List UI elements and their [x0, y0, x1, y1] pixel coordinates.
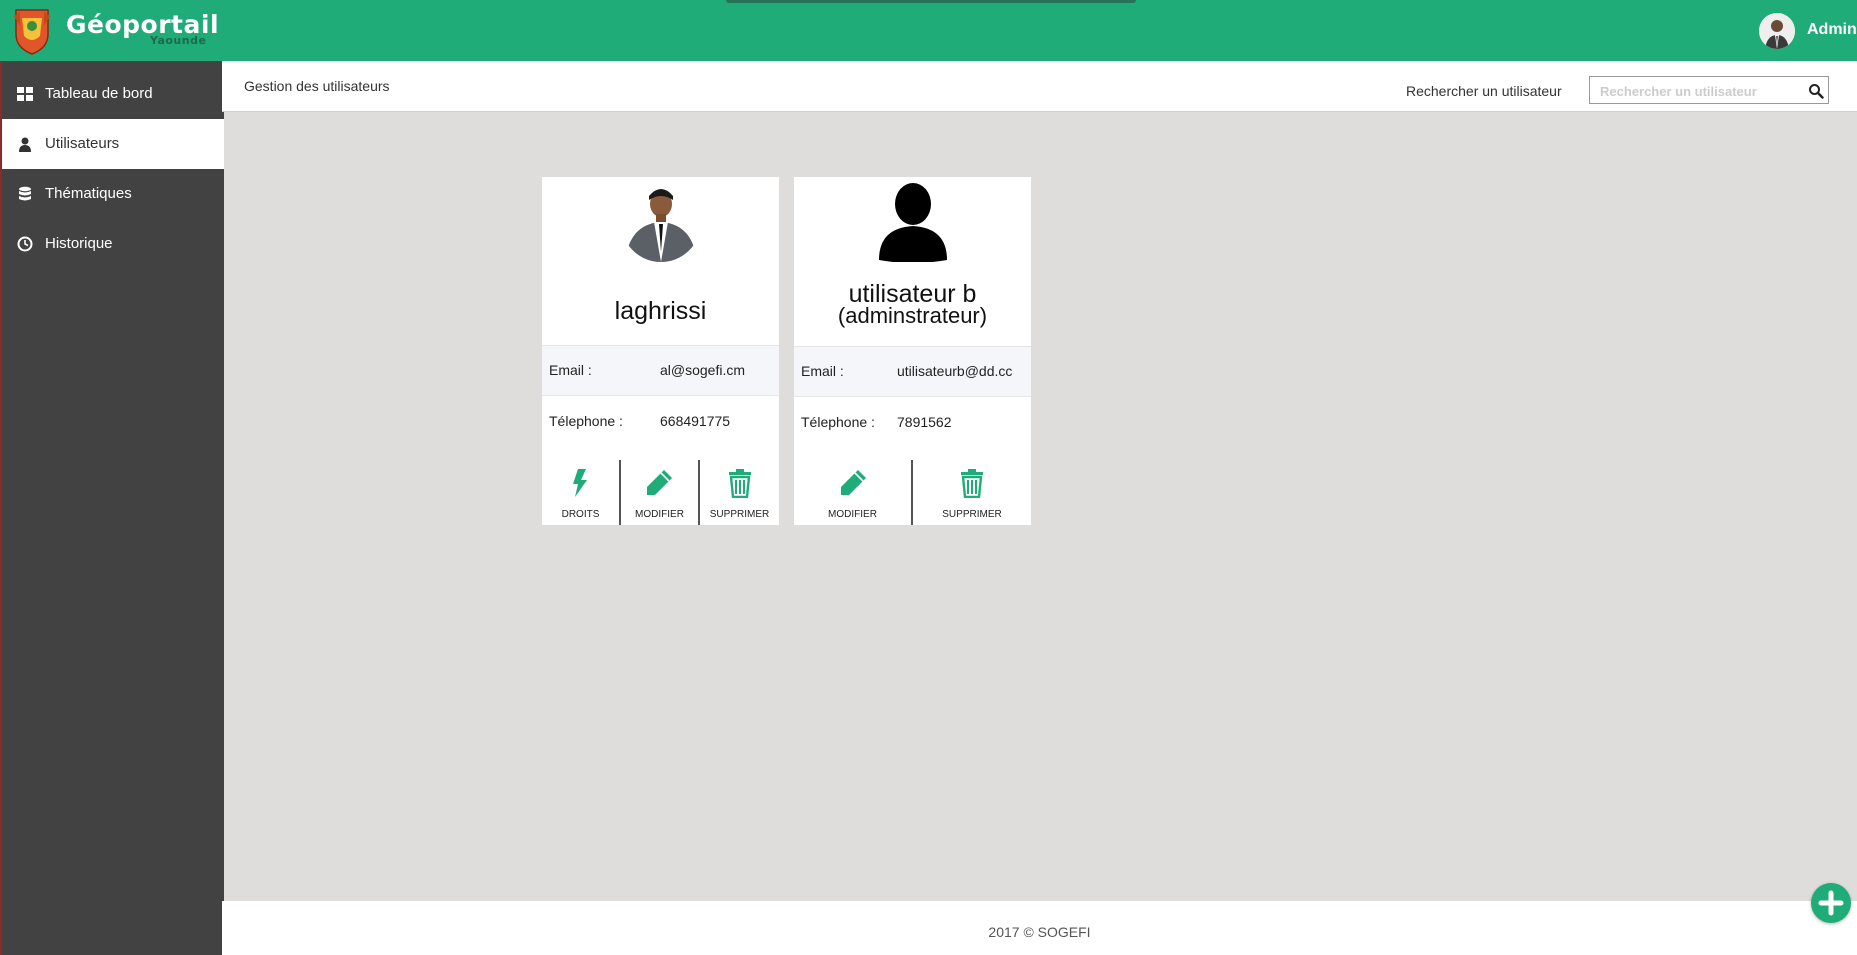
clock-icon [17, 236, 33, 252]
pencil-icon [841, 470, 866, 495]
action-label: MODIFIER [635, 509, 684, 520]
email-row: Email : al@sogefi.cm [542, 345, 779, 396]
user-name[interactable]: Admin [1807, 21, 1857, 39]
plus-icon [1818, 890, 1844, 916]
user-card: utilisateur b (adminstrateur) Email : ut… [794, 177, 1031, 525]
phone-label: Télephone : [549, 413, 623, 429]
email-value: al@sogefi.cm [660, 362, 746, 378]
card-actions: MODIFIER SUPPRIMER [794, 460, 1031, 525]
action-label: SUPPRIMER [709, 509, 770, 520]
sidebar-item-tableau-de-bord[interactable]: Tableau de bord [2, 69, 224, 119]
brand-subtitle: Yaounde [150, 34, 207, 47]
search-label: Rechercher un utilisateur [1406, 83, 1562, 99]
sidebar-item-label: Tableau de bord [45, 85, 153, 102]
top-notch [726, 0, 1136, 3]
action-label: DROITS [561, 509, 600, 520]
email-label: Email : [801, 363, 844, 379]
phone-value: 7891562 [897, 414, 952, 430]
phone-value: 668491775 [660, 413, 731, 429]
phone-row: Télephone : 668491775 [542, 395, 779, 461]
sidebar-item-utilisateurs[interactable]: Utilisateurs [2, 119, 224, 169]
phone-row: Télephone : 7891562 [794, 396, 1031, 461]
logo[interactable]: Géoportail Yaounde [0, 0, 222, 61]
sidebar-item-label: Utilisateurs [45, 135, 120, 152]
sidebar-item-label: Thématiques [45, 185, 132, 202]
database-icon [19, 186, 31, 201]
user-silhouette-icon [879, 183, 947, 262]
phone-label: Télephone : [801, 414, 875, 430]
card-actions: DROITS MODIFIER SUPPRIMER [542, 460, 779, 525]
sidebar-item-historique[interactable]: Historique [2, 219, 224, 269]
edit-button[interactable]: MODIFIER [621, 460, 698, 525]
search-input[interactable] [1598, 77, 1802, 105]
delete-button[interactable]: SUPPRIMER [913, 460, 1031, 525]
pencil-icon [647, 470, 672, 495]
email-label: Email : [549, 362, 592, 378]
footer: 2017 © SOGEFI [222, 901, 1857, 955]
page-title: Gestion des utilisateurs [244, 78, 390, 94]
add-user-button[interactable] [1811, 883, 1851, 923]
email-row: Email : utilisateurb@dd.cc [794, 346, 1031, 397]
user-card: laghrissi Email : al@sogefi.cm Télephone… [542, 177, 779, 525]
search-box[interactable] [1589, 76, 1829, 105]
search-icon[interactable] [1808, 83, 1824, 99]
footer-text: 2017 © SOGEFI [988, 924, 1091, 940]
user-name: laghrissi [614, 297, 707, 325]
sidebar-item-label: Historique [45, 235, 113, 252]
bolt-icon [573, 469, 587, 497]
coat-of-arms-icon [14, 9, 50, 55]
sidebar: Tableau de bord Utilisateurs Thématiques… [0, 61, 224, 955]
email-value: utilisateurb@dd.cc [897, 363, 1013, 379]
user-role: (adminstrateur) [837, 303, 988, 328]
page-header: Gestion des utilisateurs Rechercher un u… [222, 61, 1857, 112]
admin-avatar-icon [1759, 13, 1795, 49]
avatar[interactable] [1759, 13, 1795, 49]
rights-button[interactable]: DROITS [542, 460, 619, 525]
edit-button[interactable]: MODIFIER [794, 460, 911, 525]
person-photo [621, 182, 701, 262]
action-label: SUPPRIMER [942, 509, 1002, 520]
sidebar-item-thematiques[interactable]: Thématiques [2, 169, 224, 219]
trash-icon [729, 469, 751, 498]
user-icon [19, 137, 31, 152]
top-bar: Géoportail Yaounde Admin [0, 0, 1857, 61]
action-label: MODIFIER [828, 509, 877, 520]
dashboard-icon [17, 87, 33, 101]
delete-button[interactable]: SUPPRIMER [700, 460, 779, 525]
trash-icon [961, 469, 983, 498]
